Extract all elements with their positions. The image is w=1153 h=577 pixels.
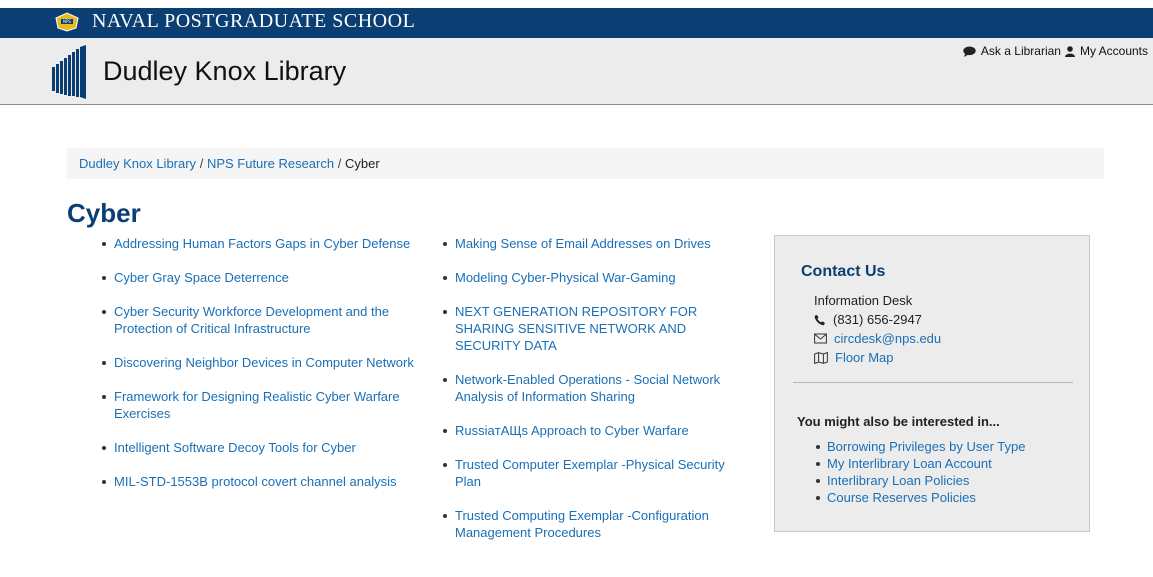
topic-link[interactable]: Intelligent Software Decoy Tools for Cyb… — [114, 440, 356, 455]
topic-list-column-2: Making Sense of Email Addresses on Drive… — [438, 235, 748, 558]
sidebar-divider — [793, 382, 1073, 383]
topic-link[interactable]: Framework for Designing Realistic Cyber … — [114, 389, 400, 421]
topic-link[interactable]: Discovering Neighbor Devices in Computer… — [114, 355, 414, 370]
floor-map-link[interactable]: Floor Map — [835, 348, 894, 367]
page-title: Cyber — [67, 198, 141, 228]
my-accounts-link[interactable]: My Accounts — [1064, 44, 1148, 58]
topic-link[interactable]: Cyber Security Workforce Development and… — [114, 304, 389, 336]
topic-link[interactable]: Cyber Gray Space Deterrence — [114, 270, 289, 285]
topic-link[interactable]: RussiaтАЩs Approach to Cyber Warfare — [455, 423, 689, 438]
list-item: Framework for Designing Realistic Cyber … — [97, 388, 417, 422]
list-item: MIL-STD-1553B protocol covert channel an… — [97, 473, 417, 490]
ask-librarian-link[interactable]: Ask a Librarian — [963, 44, 1061, 58]
nps-seal-icon[interactable]: NPS — [54, 10, 80, 32]
phone-icon — [814, 314, 825, 325]
email-link[interactable]: circdesk@nps.edu — [834, 329, 941, 348]
breadcrumb: Dudley Knox Library / NPS Future Researc… — [67, 148, 1104, 179]
topic-link[interactable]: Trusted Computer Exemplar -Physical Secu… — [455, 457, 725, 489]
list-item: Making Sense of Email Addresses on Drive… — [438, 235, 748, 252]
chat-bubble-icon — [963, 46, 976, 57]
list-item: Discovering Neighbor Devices in Computer… — [97, 354, 417, 371]
list-item: Modeling Cyber-Physical War-Gaming — [438, 269, 748, 286]
nps-top-bar: NPS NAVAL POSTGRADUATE SCHOOL — [0, 0, 1153, 38]
breadcrumb-separator: / — [337, 156, 342, 171]
list-item: NEXT GENERATION REPOSITORY FOR SHARING S… — [438, 303, 748, 354]
topic-link[interactable]: Network-Enabled Operations - Social Netw… — [455, 372, 720, 404]
sidebar-panel: Contact Us Information Desk (831) 656-29… — [774, 235, 1090, 532]
user-icon — [1064, 45, 1075, 57]
header-links: Ask a Librarian My Accounts — [963, 44, 1148, 58]
list-item: My Interlibrary Loan Account — [814, 455, 1025, 472]
also-interested-list: Borrowing Privileges by User Type My Int… — [814, 438, 1025, 506]
related-link[interactable]: Interlibrary Loan Policies — [827, 473, 969, 488]
library-title[interactable]: Dudley Knox Library — [103, 56, 346, 87]
list-item: Addressing Human Factors Gaps in Cyber D… — [97, 235, 417, 252]
list-item: Cyber Gray Space Deterrence — [97, 269, 417, 286]
topic-link[interactable]: Modeling Cyber-Physical War-Gaming — [455, 270, 676, 285]
list-item: Interlibrary Loan Policies — [814, 472, 1025, 489]
map-icon — [814, 351, 828, 364]
desk-row: Information Desk — [814, 291, 941, 310]
list-item: Borrowing Privileges by User Type — [814, 438, 1025, 455]
top-white-strip — [0, 0, 1153, 8]
svg-text:NPS: NPS — [63, 19, 71, 24]
topic-list-column-1: Addressing Human Factors Gaps in Cyber D… — [97, 235, 417, 507]
topic-link[interactable]: Trusted Computing Exemplar -Configuratio… — [455, 508, 709, 540]
also-interested-title: You might also be interested in... — [797, 414, 1000, 429]
phone-row: (831) 656-2947 — [814, 310, 941, 329]
breadcrumb-home-link[interactable]: Dudley Knox Library — [79, 156, 196, 171]
library-header: Dudley Knox Library Ask a Librarian My A… — [0, 38, 1153, 105]
topic-link[interactable]: NEXT GENERATION REPOSITORY FOR SHARING S… — [455, 304, 697, 353]
breadcrumb-current: Cyber — [344, 156, 380, 171]
map-row: Floor Map — [814, 348, 941, 367]
breadcrumb-future-research-link[interactable]: NPS Future Research — [207, 156, 334, 171]
topic-link[interactable]: Making Sense of Email Addresses on Drive… — [455, 236, 711, 251]
list-item: Trusted Computer Exemplar -Physical Secu… — [438, 456, 748, 490]
contact-title: Contact Us — [801, 263, 886, 280]
list-item: RussiaтАЩs Approach to Cyber Warfare — [438, 422, 748, 439]
phone-number: (831) 656-2947 — [833, 312, 922, 327]
contact-info: Information Desk (831) 656-2947 circdesk… — [814, 291, 941, 367]
my-accounts-label: My Accounts — [1079, 44, 1148, 58]
school-name[interactable]: NAVAL POSTGRADUATE SCHOOL — [92, 10, 415, 33]
topic-link[interactable]: Addressing Human Factors Gaps in Cyber D… — [114, 236, 410, 251]
envelope-icon — [814, 333, 827, 344]
breadcrumb-separator: / — [199, 156, 204, 171]
related-link[interactable]: My Interlibrary Loan Account — [827, 456, 992, 471]
ask-librarian-label: Ask a Librarian — [980, 44, 1061, 58]
list-item: Network-Enabled Operations - Social Netw… — [438, 371, 748, 405]
list-item: Cyber Security Workforce Development and… — [97, 303, 417, 337]
list-item: Intelligent Software Decoy Tools for Cyb… — [97, 439, 417, 456]
list-item: Trusted Computing Exemplar -Configuratio… — [438, 507, 748, 541]
library-building-icon[interactable] — [50, 45, 88, 99]
related-link[interactable]: Course Reserves Policies — [827, 490, 976, 505]
list-item: Course Reserves Policies — [814, 489, 1025, 506]
desk-name: Information Desk — [814, 293, 913, 308]
related-link[interactable]: Borrowing Privileges by User Type — [827, 439, 1025, 454]
email-row: circdesk@nps.edu — [814, 329, 941, 348]
topic-link[interactable]: MIL-STD-1553B protocol covert channel an… — [114, 474, 397, 489]
